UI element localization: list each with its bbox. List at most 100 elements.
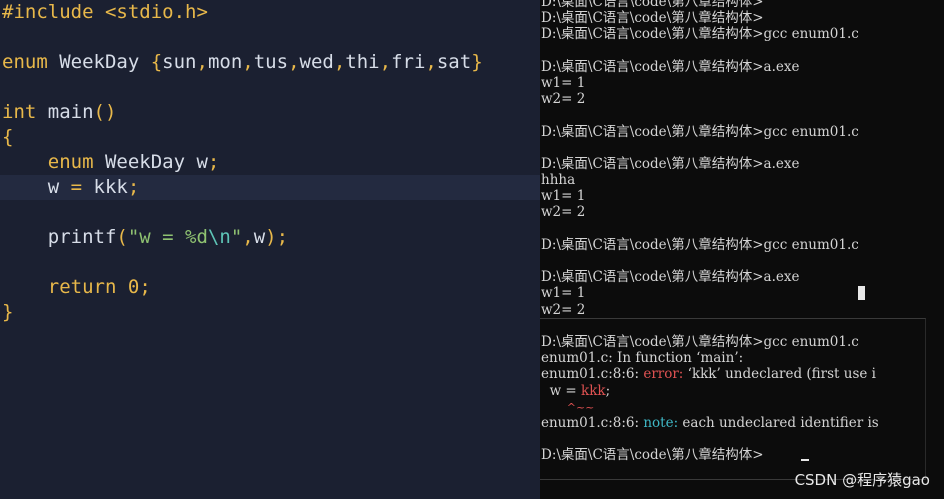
code-line[interactable]: [2, 250, 540, 275]
text-segment: fri: [391, 51, 426, 73]
text-segment: w2= 2: [541, 91, 586, 108]
text-segment: ;: [605, 382, 611, 399]
code-line[interactable]: enum WeekDay w;: [2, 150, 540, 175]
text-segment: w2= 2: [541, 204, 586, 221]
terminal-line: D:\桌面\C语言\code\第八章结构体>gcc enum01.c: [541, 26, 879, 42]
code-line[interactable]: #include <stdio.h>: [2, 0, 540, 25]
terminal-line: w1= 1: [541, 75, 879, 91]
terminal-line: D:\桌面\C语言\code\第八章结构体>a.exe: [541, 269, 879, 285]
text-segment: D:\桌面\C语言\code\第八章结构体>a.exe: [541, 155, 800, 172]
text-segment: ‘kkk’ undeclared (first use i: [687, 366, 876, 383]
text-segment: ,: [379, 51, 392, 73]
code-line[interactable]: int main(): [2, 100, 540, 125]
text-segment: thi: [345, 51, 380, 73]
code-line[interactable]: {: [2, 125, 540, 150]
text-segment: w: [2, 176, 71, 198]
terminal-line: D:\桌面\C语言\code\第八章结构体>: [541, 10, 879, 26]
code-editor[interactable]: #include <stdio.h> enum WeekDay {sun,mon…: [0, 0, 540, 499]
text-segment: (: [116, 226, 128, 248]
terminal-line: w2= 2: [541, 302, 879, 318]
text-segment: kkk: [82, 176, 128, 198]
text-segment: ,: [242, 51, 254, 73]
block-cursor: [858, 286, 865, 300]
text-cursor: [801, 459, 809, 461]
text-segment: ;: [139, 276, 151, 298]
text-segment: each undeclared identifier is: [682, 414, 879, 431]
code-line[interactable]: w = kkk;: [0, 175, 540, 200]
terminal-line: hhha: [541, 172, 879, 188]
text-segment: w1= 1: [541, 188, 586, 205]
text-segment: sat: [436, 51, 472, 73]
text-segment: );: [265, 226, 289, 248]
text-segment: note:: [643, 414, 683, 431]
text-segment: enum: [47, 151, 94, 173]
text-segment: \n: [207, 226, 231, 248]
code-line[interactable]: [2, 25, 540, 50]
text-segment: 0: [127, 276, 140, 298]
text-segment: {: [2, 126, 14, 148]
text-segment: sun: [162, 51, 197, 73]
terminal-line: D:\桌面\C语言\code\第八章结构体>a.exe: [541, 156, 879, 172]
text-segment: return: [47, 276, 117, 298]
text-segment: ^~~: [566, 400, 595, 414]
text-segment: (): [93, 101, 117, 123]
terminal-line: w = kkk;: [541, 383, 879, 399]
code-line[interactable]: return 0;: [2, 275, 540, 300]
text-segment: w1= 1: [541, 74, 586, 91]
text-segment: =: [70, 176, 83, 198]
text-segment: wed: [299, 51, 334, 73]
text-segment: enum01.c:8:6:: [541, 414, 644, 431]
text-segment: ,: [288, 51, 300, 73]
text-segment: D:\桌面\C语言\code\第八章结构体>gcc enum01.c: [541, 236, 859, 253]
terminal-line: D:\桌面\C语言\code\第八章结构体>gcc enum01.c: [541, 237, 879, 253]
text-segment: ": [230, 226, 243, 248]
text-segment: D:\桌面\C语言\code\第八章结构体>gcc enum01.c: [541, 123, 859, 140]
terminal-line: enum01.c:8:6: note: each undeclared iden…: [541, 415, 879, 431]
code-line[interactable]: [2, 75, 540, 100]
terminal-window[interactable]: D:\桌面\C语言\code\第八章结构体> D:\桌面\C语言\code\第八章…: [540, 0, 944, 499]
terminal-line: w1= 1: [541, 188, 879, 204]
text-segment: w: [253, 226, 266, 248]
text-segment: #include <stdio.h>: [2, 1, 208, 23]
text-segment: D:\桌面\C语言\code\第八章结构体>: [541, 10, 764, 27]
text-segment: int: [2, 101, 37, 123]
text-segment: D:\桌面\C语言\code\第八章结构体>: [541, 447, 764, 464]
watermark: CSDN @程序猿gao: [794, 471, 930, 489]
text-segment: ;: [127, 176, 140, 198]
text-segment: WeekDay: [47, 51, 151, 73]
text-segment: main: [36, 101, 94, 123]
text-segment: ,: [196, 51, 208, 73]
text-segment: tus: [253, 51, 289, 73]
text-segment: [541, 399, 567, 415]
terminal-line: enum01.c: In function ‘main’:: [541, 350, 879, 366]
text-segment: ,: [333, 51, 346, 73]
text-segment: w =: [541, 382, 582, 399]
text-segment: kkk: [581, 382, 606, 399]
code-line[interactable]: }: [2, 300, 540, 325]
text-segment: "w = %d: [127, 226, 208, 248]
terminal-line: w1= 1: [541, 285, 879, 301]
text-segment: }: [2, 301, 14, 323]
code-line[interactable]: enum WeekDay {sun,mon,tus,wed,thi,fri,sa…: [2, 50, 540, 75]
code-line[interactable]: [2, 200, 540, 225]
text-segment: {: [150, 51, 163, 73]
code-line[interactable]: printf("w = %d\n",w);: [2, 225, 540, 250]
terminal-line: D:\桌面\C语言\code\第八章结构体>: [541, 447, 879, 463]
text-segment: [2, 151, 48, 173]
text-segment: w1= 1: [541, 285, 586, 302]
terminal-line: w2= 2: [541, 204, 879, 220]
text-segment: ,: [242, 226, 254, 248]
text-segment: D:\桌面\C语言\code\第八章结构体>a.exe: [541, 58, 800, 75]
text-segment: D:\桌面\C语言\code\第八章结构体>a.exe: [541, 269, 800, 286]
text-segment: enum01.c: In function ‘main’:: [541, 350, 744, 367]
text-segment: D:\桌面\C语言\code\第八章结构体>gcc enum01.c: [541, 333, 859, 350]
text-segment: D:\桌面\C语言\code\第八章结构体>: [541, 0, 764, 10]
terminal-line: D:\桌面\C语言\code\第八章结构体>: [541, 0, 879, 10]
code-lines[interactable]: #include <stdio.h> enum WeekDay {sun,mon…: [0, 0, 540, 325]
